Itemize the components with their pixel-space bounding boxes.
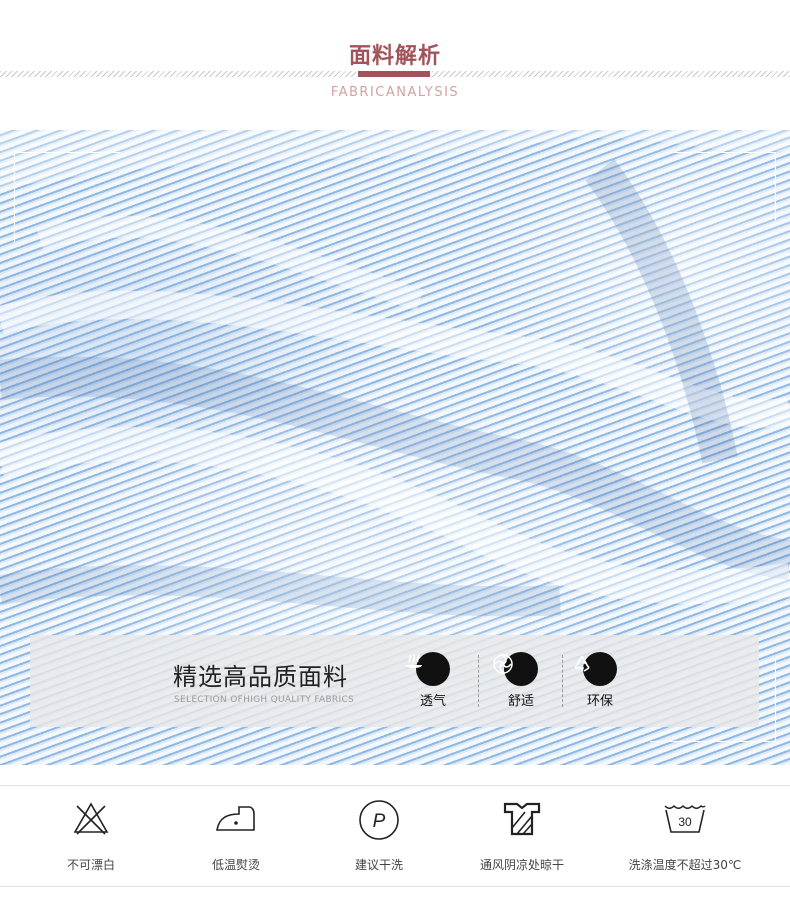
care-item-wash-30: 30 洗涤温度不超过30℃ bbox=[606, 786, 764, 886]
care-label: 洗涤温度不超过30℃ bbox=[628, 858, 742, 872]
dry-clean-icon: P bbox=[359, 800, 399, 840]
frame-corner-top-left-v bbox=[14, 152, 15, 242]
feature-breathable: 透气 bbox=[403, 652, 463, 709]
section-header: 面料解析 FABRICANALYSIS bbox=[0, 0, 790, 130]
quality-subtitle: SELECTION OFHIGH QUALITY FABRICS bbox=[174, 695, 355, 705]
shade-dry-icon bbox=[503, 802, 541, 836]
frame-corner-top-right bbox=[670, 152, 776, 153]
dry-clean-symbol: P bbox=[373, 811, 386, 832]
frame-corner-bottom-right bbox=[650, 741, 776, 742]
feature-comfort: 舒适 bbox=[491, 652, 551, 709]
care-item-low-iron: 低温熨烫 bbox=[157, 786, 315, 886]
hatch-divider-right bbox=[432, 71, 790, 77]
care-label: 通风阴凉处晾干 bbox=[479, 858, 564, 872]
care-item-no-bleach: 不可漂白 bbox=[12, 786, 170, 886]
section-subtitle: FABRICANALYSIS bbox=[330, 85, 460, 100]
care-item-shade-dry: 通风阴凉处晾干 bbox=[443, 786, 601, 886]
feature-label: 透气 bbox=[419, 694, 446, 709]
feature-divider bbox=[562, 655, 563, 707]
care-label: 不可漂白 bbox=[66, 858, 115, 872]
no-bleach-icon bbox=[73, 802, 109, 835]
feature-label: 环保 bbox=[586, 694, 613, 709]
wash-temp-symbol: 30 bbox=[678, 815, 692, 829]
title-accent-bar bbox=[358, 71, 430, 77]
care-item-dry-clean: P 建议干洗 bbox=[300, 786, 458, 886]
quality-panel: 精选高品质面料 SELECTION OFHIGH QUALITY FABRICS… bbox=[30, 635, 759, 727]
hatch-divider-left bbox=[0, 71, 356, 77]
care-label: 低温熨烫 bbox=[211, 858, 260, 872]
quality-title: 精选高品质面料 bbox=[173, 663, 348, 691]
care-instructions: 不可漂白 低温熨烫 P 建议干洗 通风阴凉处晾干 30 洗涤温度不超过30℃ bbox=[0, 785, 790, 887]
frame-corner-top-right-v bbox=[775, 152, 776, 222]
breathable-icon bbox=[406, 652, 450, 686]
recycle-icon bbox=[574, 652, 617, 686]
feature-eco: 环保 bbox=[570, 652, 630, 709]
feature-label: 舒适 bbox=[507, 694, 534, 709]
section-title: 面料解析 bbox=[348, 44, 441, 69]
low-iron-icon bbox=[216, 806, 255, 831]
wash-30-icon: 30 bbox=[664, 804, 706, 833]
feature-divider bbox=[478, 655, 479, 707]
care-label: 建议干洗 bbox=[354, 858, 403, 872]
comfort-icon bbox=[493, 652, 538, 686]
frame-corner-top-left bbox=[14, 152, 120, 153]
frame-corner-bottom-right-v bbox=[775, 660, 776, 742]
fabric-image: 精选高品质面料 SELECTION OFHIGH QUALITY FABRICS… bbox=[0, 130, 790, 765]
